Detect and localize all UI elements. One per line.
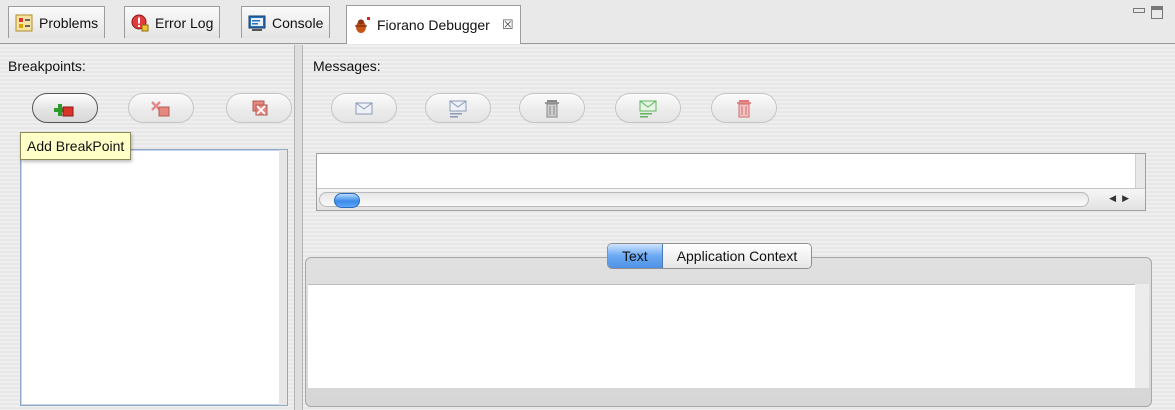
tab-error-log[interactable]: Error Log (124, 6, 221, 38)
breakpoints-list-scrollbar[interactable] (279, 150, 287, 405)
tab-text[interactable]: Text (608, 244, 663, 268)
delete-message-button[interactable] (519, 93, 585, 123)
add-breakpoint-tooltip: Add BreakPoint (20, 132, 132, 160)
close-icon[interactable]: ☒ (502, 17, 514, 33)
maximize-icon[interactable] (1151, 6, 1163, 19)
problems-icon (15, 14, 33, 32)
error-log-icon (131, 14, 149, 32)
send-message-button[interactable] (615, 93, 681, 123)
send-envelope-icon (639, 100, 657, 118)
scroll-arrows-icon[interactable]: ◀▶ (1109, 193, 1135, 204)
delete-all-messages-button[interactable] (711, 93, 777, 123)
tab-problems[interactable]: Problems (8, 6, 106, 38)
remove-all-breakpoints-icon (252, 100, 268, 116)
remove-breakpoint-icon (151, 101, 170, 117)
message-text-view[interactable] (308, 284, 1135, 388)
debugger-icon (353, 16, 371, 34)
messages-vertical-scrollbar[interactable] (1135, 154, 1145, 188)
messages-horizontal-scrollbar[interactable]: ◀▶ (317, 188, 1145, 210)
trash-red-icon (737, 100, 751, 118)
trash-icon (545, 100, 559, 118)
scrollbar-thumb[interactable] (334, 193, 360, 208)
message-content-area (305, 257, 1152, 407)
tab-label: Console (272, 14, 324, 31)
view-tab-bar: Problems Error Log Console Fiorano Debug… (0, 0, 1175, 44)
breakpoints-panel: Breakpoints: Add BreakPoint (0, 45, 295, 410)
tab-console[interactable]: Console (241, 6, 331, 38)
tab-fiorano-debugger[interactable]: Fiorano Debugger ☒ (346, 5, 521, 44)
tab-application-context[interactable]: Application Context (662, 244, 812, 268)
breakpoints-label: Breakpoints: (8, 58, 86, 74)
messages-label: Messages: (313, 58, 381, 74)
messages-table[interactable]: ◀▶ (316, 153, 1146, 211)
tab-label: Problems (39, 14, 99, 31)
scrollbar-track[interactable] (319, 192, 1089, 208)
remove-all-breakpoints-button[interactable] (226, 93, 292, 123)
tab-label: Fiorano Debugger (377, 17, 490, 33)
messages-panel: Messages: ◀▶ Text Application Context (302, 45, 1175, 410)
message-text-scrollbar[interactable] (1135, 284, 1149, 388)
console-icon (248, 14, 266, 32)
minimize-icon[interactable] (1133, 8, 1145, 13)
view-message-button[interactable] (331, 93, 397, 123)
breakpoints-list[interactable] (20, 149, 288, 406)
edit-envelope-icon (449, 100, 467, 118)
view-window-controls (1133, 6, 1163, 19)
add-breakpoint-icon (54, 104, 74, 117)
content-view-switcher: Text Application Context (607, 243, 813, 269)
tab-label: Error Log (155, 14, 214, 31)
remove-breakpoint-button[interactable] (128, 93, 194, 123)
add-breakpoint-button[interactable] (32, 93, 98, 123)
panel-splitter[interactable] (295, 45, 302, 410)
edit-message-button[interactable] (425, 93, 491, 123)
envelope-icon (355, 102, 373, 115)
